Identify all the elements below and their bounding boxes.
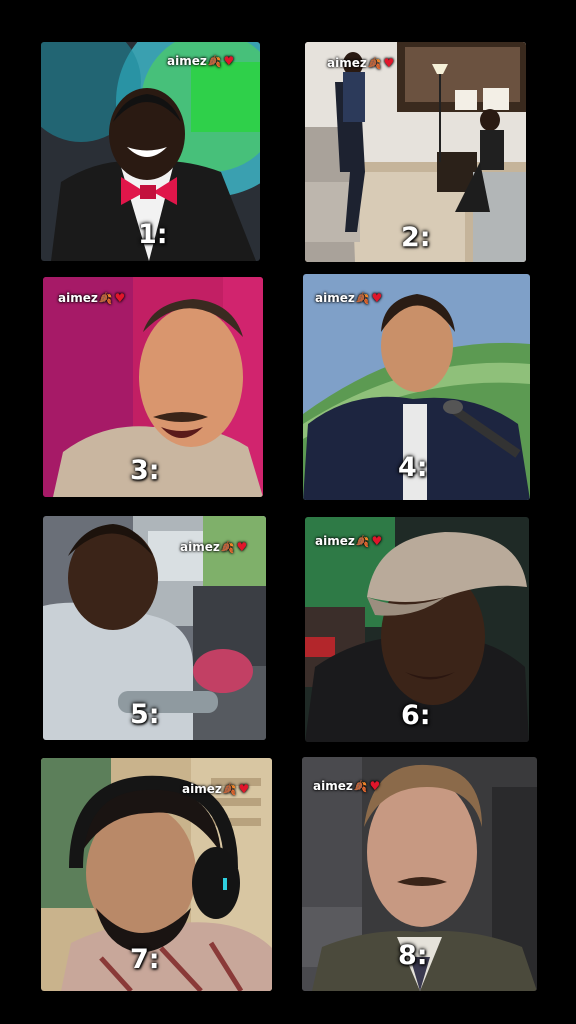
- meme-tile-4[interactable]: aimez🍂 ♥ 4:: [303, 274, 530, 500]
- heart-icon: ♥: [371, 291, 383, 305]
- meme-tile-7[interactable]: aimez🍂 ♥ 7:: [41, 758, 272, 991]
- tile-number: 7:: [130, 944, 160, 975]
- meme-tile-8[interactable]: aimez🍂 ♥ 8:: [302, 757, 537, 991]
- watermark: aimez🍂 ♥: [315, 291, 382, 305]
- meme-tile-3[interactable]: aimez🍂 ♥ 3:: [43, 277, 263, 497]
- meme-tile-2[interactable]: aimez🍂 ♥ 2:: [305, 42, 526, 262]
- heart-icon: ♥: [371, 534, 383, 548]
- watermark-text: aimez: [182, 782, 222, 796]
- leaf-icon: 🍂: [98, 292, 113, 305]
- meme-tile-6[interactable]: aimez🍂 ♥ 6:: [305, 517, 529, 742]
- watermark: aimez🍂 ♥: [182, 782, 249, 796]
- watermark: aimez🍂 ♥: [180, 540, 247, 554]
- watermark-text: aimez: [315, 291, 355, 305]
- leaf-icon: 🍂: [353, 780, 368, 793]
- watermark-text: aimez: [180, 540, 220, 554]
- watermark-text: aimez: [167, 54, 207, 68]
- tile-number: 5:: [130, 699, 160, 730]
- watermark-text: aimez: [315, 534, 355, 548]
- leaf-icon: 🍂: [207, 55, 222, 68]
- tile-number: 2:: [401, 222, 431, 253]
- meme-tile-5[interactable]: aimez🍂 ♥ 5:: [43, 516, 266, 740]
- heart-icon: ♥: [236, 540, 248, 554]
- tile-number: 1:: [138, 219, 168, 250]
- leaf-icon: 🍂: [355, 535, 370, 548]
- tile-number: 4:: [398, 452, 428, 483]
- heart-icon: ♥: [383, 56, 395, 70]
- tile-number: 8:: [398, 940, 428, 971]
- watermark: aimez🍂 ♥: [58, 291, 125, 305]
- leaf-icon: 🍂: [220, 541, 235, 554]
- heart-icon: ♥: [238, 782, 250, 796]
- watermark-text: aimez: [327, 56, 367, 70]
- watermark: aimez🍂 ♥: [327, 56, 394, 70]
- watermark: aimez🍂 ♥: [315, 534, 382, 548]
- tile-number: 6:: [401, 700, 431, 731]
- watermark-text: aimez: [58, 291, 98, 305]
- watermark: aimez🍂 ♥: [313, 779, 380, 793]
- heart-icon: ♥: [369, 779, 381, 793]
- heart-icon: ♥: [114, 291, 126, 305]
- tile-number: 3:: [130, 455, 160, 486]
- meme-tile-1[interactable]: aimez🍂 ♥ 1:: [41, 42, 260, 261]
- leaf-icon: 🍂: [367, 57, 382, 70]
- heart-icon: ♥: [223, 54, 235, 68]
- leaf-icon: 🍂: [355, 292, 370, 305]
- watermark-text: aimez: [313, 779, 353, 793]
- leaf-icon: 🍂: [222, 783, 237, 796]
- watermark: aimez🍂 ♥: [167, 54, 234, 68]
